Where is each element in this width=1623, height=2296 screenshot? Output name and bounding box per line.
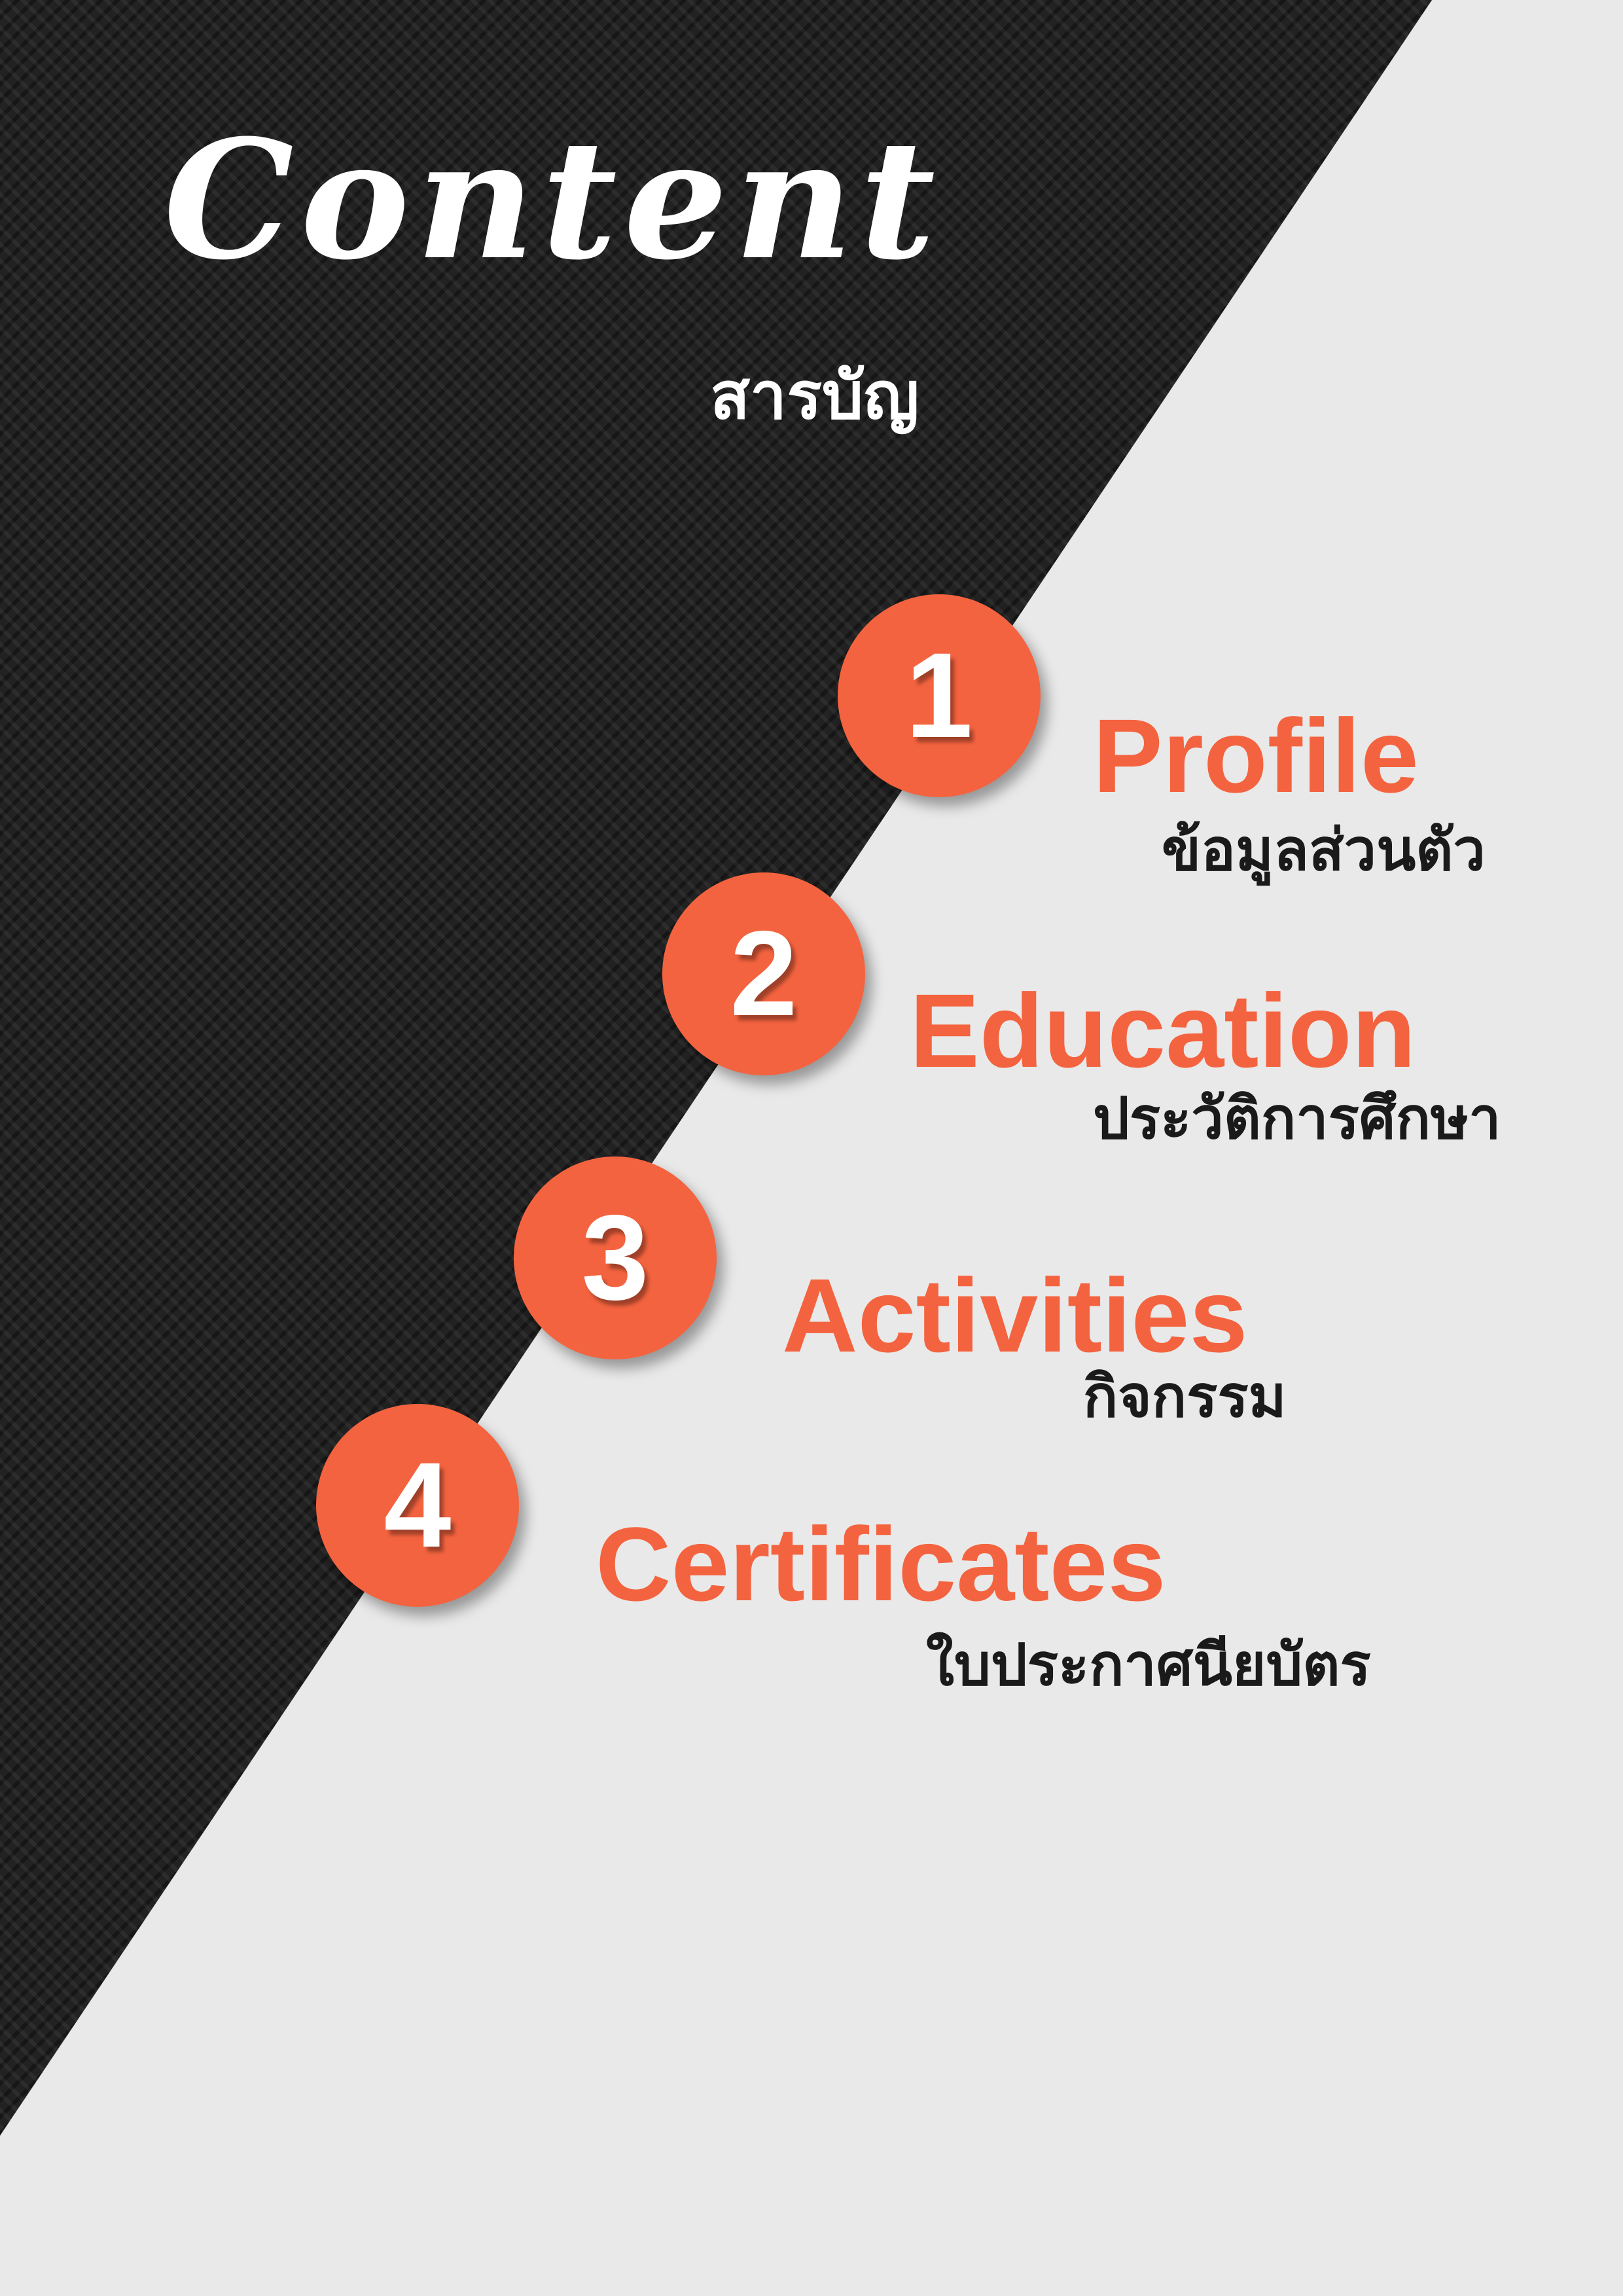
item-title-certificates: Certificates [596, 1505, 1166, 1623]
item-title-profile: Profile [1093, 697, 1419, 814]
item-number-badge: 2 [662, 872, 865, 1075]
item-subtitle-activities: กิจกรรม [1083, 1364, 1287, 1429]
item-number: 4 [383, 1437, 452, 1573]
page-subtitle: สารบัญ [710, 359, 919, 433]
item-subtitle-certificates: ใบประกาศนียบัตร [926, 1632, 1371, 1697]
item-number: 3 [581, 1190, 649, 1325]
item-subtitle-education: ประวัติการศึกษา [1093, 1086, 1501, 1151]
item-title-activities: Activities [782, 1257, 1248, 1374]
item-number-badge: 1 [838, 594, 1041, 797]
page-title: Content [164, 103, 942, 296]
item-title-education: Education [910, 972, 1416, 1089]
item-number: 2 [730, 906, 798, 1041]
item-number-badge: 4 [316, 1404, 519, 1607]
item-subtitle-profile: ข้อมูลส่วนตัว [1162, 817, 1486, 882]
item-number-badge: 3 [514, 1157, 717, 1359]
item-number: 1 [905, 628, 973, 763]
